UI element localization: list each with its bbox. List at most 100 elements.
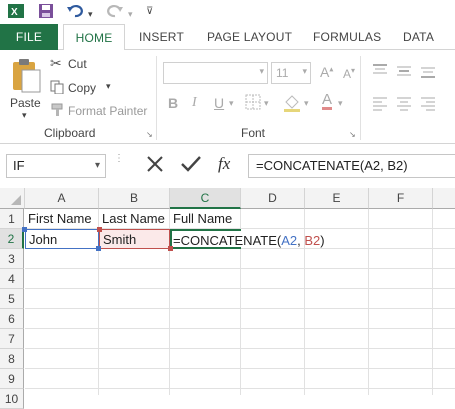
- clipboard-launcher-icon[interactable]: ↘: [146, 130, 153, 139]
- fill-color-dropdown-icon[interactable]: ▾: [304, 98, 309, 109]
- row-header-10[interactable]: 10: [0, 389, 24, 409]
- row-header-4[interactable]: 4: [0, 269, 24, 289]
- formula-suffix: ): [320, 233, 325, 248]
- save-icon[interactable]: [38, 3, 54, 22]
- font-name-dropdown-icon: ▾: [259, 66, 264, 76]
- formula-bar: IF ▾ ⋮ fx =CONCATENATE(A2, B2): [0, 152, 455, 180]
- align-top-icon[interactable]: [372, 63, 388, 82]
- font-group-label: Font: [241, 126, 266, 140]
- borders-dropdown-icon[interactable]: ▾: [264, 98, 269, 109]
- cell-b1[interactable]: Last Name: [99, 209, 170, 229]
- fill-color-icon[interactable]: [283, 94, 301, 115]
- cut-label: Cut: [68, 57, 87, 71]
- copy-button[interactable]: Copy ▾: [50, 80, 130, 98]
- select-all-corner[interactable]: [0, 188, 25, 209]
- cell-c2-editing[interactable]: =CONCATENATE(A2, B2): [170, 229, 325, 249]
- b2-range-handle[interactable]: [168, 246, 173, 251]
- underline-dropdown-icon[interactable]: ▾: [229, 98, 234, 109]
- clipboard-icon: [13, 59, 41, 93]
- clipboard-group-label: Clipboard: [44, 126, 96, 140]
- align-bottom-icon[interactable]: [420, 63, 436, 82]
- redo-icon[interactable]: [106, 3, 124, 22]
- row-header-8[interactable]: 8: [0, 349, 24, 369]
- name-box-dropdown-icon[interactable]: ▾: [95, 155, 100, 177]
- tab-page-layout[interactable]: PAGE LAYOUT: [207, 24, 292, 50]
- align-right-icon[interactable]: [420, 95, 436, 114]
- format-painter-button[interactable]: Format Painter: [50, 103, 150, 121]
- b2-range-handle[interactable]: [97, 227, 102, 232]
- formula-prefix: =CONCATENATE(: [173, 233, 282, 248]
- column-header-c[interactable]: C: [170, 188, 241, 209]
- name-box-value: IF: [13, 158, 25, 173]
- row-header-7[interactable]: 7: [0, 329, 24, 349]
- customize-toolbar-icon[interactable]: ⊽: [146, 4, 153, 20]
- column-header-e[interactable]: E: [305, 188, 369, 209]
- borders-icon[interactable]: [245, 94, 261, 113]
- tab-home[interactable]: HOME: [63, 24, 125, 51]
- italic-button[interactable]: I: [192, 95, 197, 111]
- tab-file[interactable]: FILE: [0, 24, 58, 50]
- cut-button[interactable]: ✂ Cut: [50, 55, 130, 74]
- undo-icon[interactable]: [66, 3, 84, 22]
- copy-dropdown-icon: ▾: [106, 81, 111, 91]
- row-header-9[interactable]: 9: [0, 369, 24, 389]
- cell-c1[interactable]: Full Name: [170, 209, 241, 229]
- bold-button[interactable]: B: [168, 95, 178, 111]
- grow-font-icon[interactable]: A▴: [320, 64, 333, 80]
- spreadsheet-grid: A B C D E F 1 2 3 4 5 6 7 8 9 10 First N…: [0, 188, 455, 409]
- select-all-triangle-icon: [11, 195, 21, 205]
- format-painter-label: Format Painter: [68, 104, 148, 118]
- font-color-dropdown-icon[interactable]: ▾: [338, 98, 343, 109]
- paste-dropdown-icon: ▾: [22, 110, 27, 120]
- align-left-icon[interactable]: [372, 95, 388, 114]
- font-color-button[interactable]: A: [322, 92, 333, 110]
- shrink-font-icon[interactable]: A▾: [343, 66, 355, 81]
- font-size-box[interactable]: 11 ▾: [271, 62, 311, 84]
- row-header-1[interactable]: 1: [0, 209, 24, 229]
- align-center-icon[interactable]: [396, 95, 412, 114]
- a2-range-handle[interactable]: [96, 246, 101, 251]
- tab-insert[interactable]: INSERT: [139, 24, 184, 50]
- paintbrush-icon: [50, 103, 64, 120]
- a2-range-handle[interactable]: [22, 227, 27, 232]
- redo-dropdown-icon[interactable]: ▾: [128, 6, 133, 22]
- copy-icon: [50, 80, 64, 97]
- formula-bar-handle-icon[interactable]: ⋮: [114, 154, 124, 164]
- column-header-d[interactable]: D: [241, 188, 305, 209]
- name-box[interactable]: IF ▾: [6, 154, 106, 178]
- row-header-6[interactable]: 6: [0, 309, 24, 329]
- group-separator: [156, 56, 157, 140]
- column-header-f[interactable]: F: [369, 188, 433, 209]
- insert-function-icon[interactable]: fx: [218, 154, 230, 174]
- cell-a2[interactable]: John: [25, 229, 99, 249]
- column-header-b[interactable]: B: [99, 188, 170, 209]
- ribbon-tabs: FILE HOME INSERT PAGE LAYOUT FORMULAS DA…: [0, 24, 455, 51]
- row-header-3[interactable]: 3: [0, 249, 24, 269]
- row-header-2[interactable]: 2: [0, 229, 24, 249]
- column-header-g[interactable]: [433, 188, 455, 209]
- column-header-a[interactable]: A: [25, 188, 99, 209]
- cell-b2[interactable]: Smith: [99, 229, 170, 249]
- formula-ref-b2: B2: [304, 233, 321, 248]
- font-size-dropdown-icon: ▾: [302, 66, 307, 76]
- font-name-box[interactable]: ▾: [163, 62, 268, 84]
- align-middle-icon[interactable]: [396, 63, 412, 82]
- enter-check-icon[interactable]: [180, 154, 202, 177]
- cell-a1[interactable]: First Name: [25, 209, 99, 229]
- font-size-value: 11: [276, 66, 289, 80]
- ribbon: Paste ▾ ✂ Cut Copy ▾ Format Painter Clip…: [0, 50, 455, 144]
- row-header-5[interactable]: 5: [0, 289, 24, 309]
- tab-data[interactable]: DATA: [403, 24, 434, 50]
- tab-formulas[interactable]: FORMULAS: [313, 24, 381, 50]
- font-launcher-icon[interactable]: ↘: [349, 130, 356, 139]
- quick-access-toolbar: X ▾ ▾ ⊽: [0, 0, 455, 24]
- cancel-entry-icon[interactable]: [145, 154, 165, 177]
- paste-button[interactable]: Paste ▾: [6, 56, 46, 120]
- svg-text:X: X: [11, 7, 18, 18]
- paste-label: Paste: [10, 96, 41, 110]
- formula-input[interactable]: =CONCATENATE(A2, B2): [248, 154, 455, 178]
- excel-logo-icon: X: [8, 3, 24, 22]
- underline-button[interactable]: U: [214, 95, 224, 111]
- copy-label: Copy: [68, 81, 97, 95]
- undo-dropdown-icon[interactable]: ▾: [88, 6, 93, 22]
